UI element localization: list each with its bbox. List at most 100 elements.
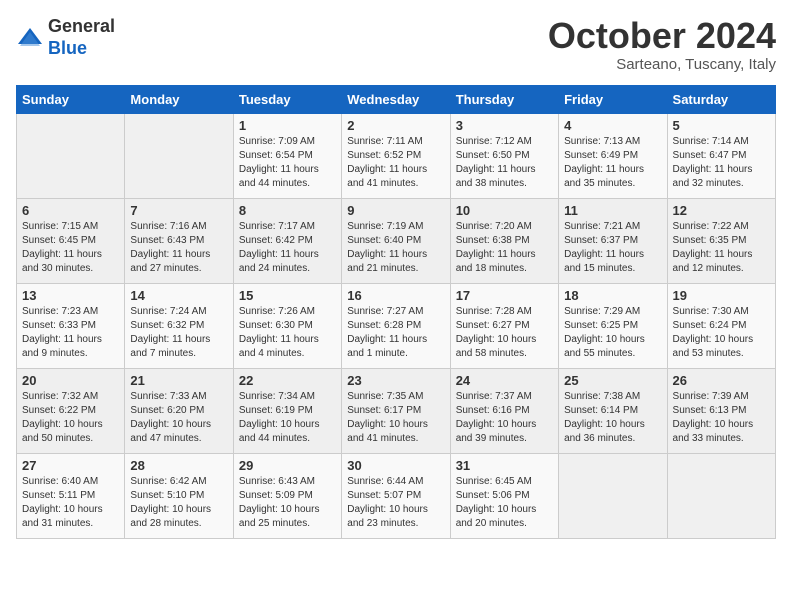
calendar-cell: 22 Sunrise: 7:34 AM Sunset: 6:19 PM Dayli… [233,368,341,453]
calendar-cell: 7 Sunrise: 7:16 AM Sunset: 6:43 PM Daylig… [125,198,233,283]
page-header: General Blue October 2024 Sarteano, Tusc… [16,16,776,73]
week-row-3: 20 Sunrise: 7:32 AM Sunset: 6:22 PM Dayli… [17,368,776,453]
header-cell-friday: Friday [559,85,667,113]
calendar-cell: 17 Sunrise: 7:28 AM Sunset: 6:27 PM Dayli… [450,283,558,368]
day-number: 25 [564,373,661,388]
day-number: 22 [239,373,336,388]
calendar-cell: 9 Sunrise: 7:19 AM Sunset: 6:40 PM Daylig… [342,198,450,283]
day-info: Sunrise: 7:13 AM Sunset: 6:49 PM Dayligh… [564,135,661,191]
calendar-title: October 2024 [548,16,776,56]
calendar-header: SundayMondayTuesdayWednesdayThursdayFrid… [17,85,776,113]
day-info: Sunrise: 7:23 AM Sunset: 6:33 PM Dayligh… [22,305,119,361]
day-info: Sunrise: 7:27 AM Sunset: 6:28 PM Dayligh… [347,305,444,361]
calendar-cell [125,113,233,198]
day-info: Sunrise: 7:30 AM Sunset: 6:24 PM Dayligh… [673,305,770,361]
day-number: 11 [564,203,661,218]
day-number: 26 [673,373,770,388]
day-number: 6 [22,203,119,218]
day-number: 12 [673,203,770,218]
calendar-body: 1Sunrise: 7:09 AM Sunset: 6:54 PM Daylig… [17,113,776,538]
calendar-cell: 5 Sunrise: 7:14 AM Sunset: 6:47 PM Daylig… [667,113,775,198]
calendar-cell: 24 Sunrise: 7:37 AM Sunset: 6:16 PM Dayli… [450,368,558,453]
calendar-cell [17,113,125,198]
day-number: 2 [347,118,444,133]
calendar-cell: 20 Sunrise: 7:32 AM Sunset: 6:22 PM Dayli… [17,368,125,453]
calendar-cell: 1Sunrise: 7:09 AM Sunset: 6:54 PM Daylig… [233,113,341,198]
calendar-cell: 28 Sunrise: 6:42 AM Sunset: 5:10 PM Dayli… [125,453,233,538]
day-number: 10 [456,203,553,218]
day-info: Sunrise: 7:26 AM Sunset: 6:30 PM Dayligh… [239,305,336,361]
day-number: 7 [130,203,227,218]
logo-text: General Blue [48,16,115,59]
day-number: 20 [22,373,119,388]
day-number: 3 [456,118,553,133]
day-number: 19 [673,288,770,303]
calendar-cell: 30Sunrise: 6:44 AM Sunset: 5:07 PM Dayli… [342,453,450,538]
day-info: Sunrise: 7:33 AM Sunset: 6:20 PM Dayligh… [130,390,227,446]
day-number: 29 [239,458,336,473]
header-cell-monday: Monday [125,85,233,113]
logo: General Blue [16,16,115,59]
calendar-cell: 31 Sunrise: 6:45 AM Sunset: 5:06 PM Dayli… [450,453,558,538]
day-info: Sunrise: 7:14 AM Sunset: 6:47 PM Dayligh… [673,135,770,191]
day-info: Sunrise: 7:11 AM Sunset: 6:52 PM Dayligh… [347,135,444,191]
day-info: Sunrise: 7:12 AM Sunset: 6:50 PM Dayligh… [456,135,553,191]
calendar-cell: 13Sunrise: 7:23 AM Sunset: 6:33 PM Dayli… [17,283,125,368]
header-row: SundayMondayTuesdayWednesdayThursdayFrid… [17,85,776,113]
logo-icon [16,24,44,52]
day-number: 5 [673,118,770,133]
day-number: 21 [130,373,227,388]
calendar-cell: 3 Sunrise: 7:12 AM Sunset: 6:50 PM Daylig… [450,113,558,198]
day-number: 23 [347,373,444,388]
calendar-cell: 23 Sunrise: 7:35 AM Sunset: 6:17 PM Dayli… [342,368,450,453]
calendar-cell: 14Sunrise: 7:24 AM Sunset: 6:32 PM Dayli… [125,283,233,368]
day-number: 28 [130,458,227,473]
day-number: 17 [456,288,553,303]
day-info: Sunrise: 7:37 AM Sunset: 6:16 PM Dayligh… [456,390,553,446]
day-info: Sunrise: 7:20 AM Sunset: 6:38 PM Dayligh… [456,220,553,276]
calendar-cell: 25Sunrise: 7:38 AM Sunset: 6:14 PM Dayli… [559,368,667,453]
calendar-cell: 11 Sunrise: 7:21 AM Sunset: 6:37 PM Dayli… [559,198,667,283]
week-row-4: 27Sunrise: 6:40 AM Sunset: 5:11 PM Dayli… [17,453,776,538]
calendar-cell [559,453,667,538]
week-row-1: 6Sunrise: 7:15 AM Sunset: 6:45 PM Daylig… [17,198,776,283]
calendar-cell: 8Sunrise: 7:17 AM Sunset: 6:42 PM Daylig… [233,198,341,283]
day-info: Sunrise: 7:32 AM Sunset: 6:22 PM Dayligh… [22,390,119,446]
day-info: Sunrise: 7:39 AM Sunset: 6:13 PM Dayligh… [673,390,770,446]
day-number: 1 [239,118,336,133]
day-number: 16 [347,288,444,303]
day-number: 9 [347,203,444,218]
day-info: Sunrise: 7:17 AM Sunset: 6:42 PM Dayligh… [239,220,336,276]
calendar-cell: 18 Sunrise: 7:29 AM Sunset: 6:25 PM Dayli… [559,283,667,368]
day-number: 27 [22,458,119,473]
header-cell-thursday: Thursday [450,85,558,113]
calendar-cell: 6Sunrise: 7:15 AM Sunset: 6:45 PM Daylig… [17,198,125,283]
calendar-cell: 19 Sunrise: 7:30 AM Sunset: 6:24 PM Dayli… [667,283,775,368]
day-info: Sunrise: 7:19 AM Sunset: 6:40 PM Dayligh… [347,220,444,276]
day-info: Sunrise: 7:34 AM Sunset: 6:19 PM Dayligh… [239,390,336,446]
day-info: Sunrise: 7:35 AM Sunset: 6:17 PM Dayligh… [347,390,444,446]
day-number: 4 [564,118,661,133]
calendar-cell: 4 Sunrise: 7:13 AM Sunset: 6:49 PM Daylig… [559,113,667,198]
day-number: 14 [130,288,227,303]
day-info: Sunrise: 6:42 AM Sunset: 5:10 PM Dayligh… [130,475,227,531]
calendar-cell: 15Sunrise: 7:26 AM Sunset: 6:30 PM Dayli… [233,283,341,368]
day-info: Sunrise: 6:45 AM Sunset: 5:06 PM Dayligh… [456,475,553,531]
day-info: Sunrise: 7:29 AM Sunset: 6:25 PM Dayligh… [564,305,661,361]
day-number: 31 [456,458,553,473]
calendar-table: SundayMondayTuesdayWednesdayThursdayFrid… [16,85,776,539]
calendar-cell: 26 Sunrise: 7:39 AM Sunset: 6:13 PM Dayli… [667,368,775,453]
week-row-2: 13Sunrise: 7:23 AM Sunset: 6:33 PM Dayli… [17,283,776,368]
day-info: Sunrise: 6:44 AM Sunset: 5:07 PM Dayligh… [347,475,444,531]
calendar-cell: 10 Sunrise: 7:20 AM Sunset: 6:38 PM Dayli… [450,198,558,283]
calendar-cell: 27Sunrise: 6:40 AM Sunset: 5:11 PM Dayli… [17,453,125,538]
day-info: Sunrise: 7:28 AM Sunset: 6:27 PM Dayligh… [456,305,553,361]
day-number: 24 [456,373,553,388]
day-number: 18 [564,288,661,303]
day-info: Sunrise: 7:22 AM Sunset: 6:35 PM Dayligh… [673,220,770,276]
calendar-subtitle: Sarteano, Tuscany, Italy [548,56,776,73]
header-cell-saturday: Saturday [667,85,775,113]
week-row-0: 1Sunrise: 7:09 AM Sunset: 6:54 PM Daylig… [17,113,776,198]
day-info: Sunrise: 7:16 AM Sunset: 6:43 PM Dayligh… [130,220,227,276]
day-info: Sunrise: 7:21 AM Sunset: 6:37 PM Dayligh… [564,220,661,276]
